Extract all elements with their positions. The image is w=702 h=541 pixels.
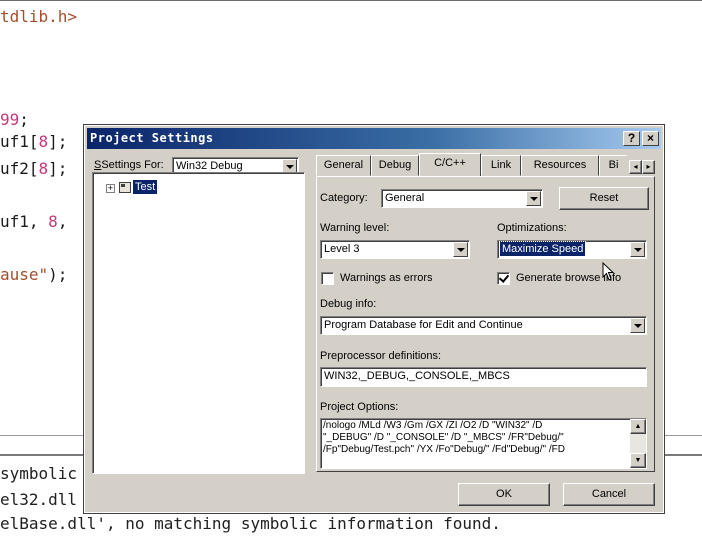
tab-debug[interactable]: Debug xyxy=(371,155,419,176)
tree-item-test[interactable]: Test xyxy=(133,180,158,194)
project-options-line: /nologo /MLd /W3 /Gm /GX /ZI /O2 /D "WIN… xyxy=(323,420,543,431)
output-line: el32.dll xyxy=(0,490,78,509)
project-options-textarea[interactable]: /nologo /MLd /W3 /Gm /GX /ZI /O2 /D "WIN… xyxy=(320,418,647,469)
project-folder-icon xyxy=(119,182,131,193)
reset-button[interactable]: Reset xyxy=(559,187,649,210)
debug-info-label: Debug info: xyxy=(320,298,377,310)
ok-button[interactable]: OK xyxy=(458,483,550,506)
debug-info-value: Program Database for Edit and Continue xyxy=(324,319,523,331)
settings-for-label: SSettings For: xyxy=(94,159,164,171)
optimizations-label: Optimizations: xyxy=(497,222,567,234)
category-label: Category: xyxy=(320,192,368,204)
chevron-down-icon[interactable] xyxy=(453,242,468,257)
code-line: uf2[8]; xyxy=(0,159,68,178)
scroll-up-icon[interactable]: ▲ xyxy=(630,419,646,434)
project-options-line: /Fp"Debug/Test.pch" /YX /Fo"Debug/" /Fd"… xyxy=(323,444,565,455)
preprocessor-input[interactable]: WIN32,_DEBUG,_CONSOLE,_MBCS xyxy=(320,367,647,387)
help-button[interactable]: ? xyxy=(623,131,640,146)
tab-scroll-left-icon[interactable]: ◂ xyxy=(629,160,642,174)
tab-browse-info[interactable]: Bi xyxy=(599,155,627,176)
preprocessor-value: WIN32,_DEBUG,_CONSOLE,_MBCS xyxy=(324,370,510,382)
mouse-cursor-icon xyxy=(602,262,615,281)
output-line: elBase.dll', no matching symbolic inform… xyxy=(0,514,501,533)
tab-resources[interactable]: Resources xyxy=(521,155,599,176)
tab-general[interactable]: General xyxy=(316,155,371,176)
project-tree[interactable]: + Test xyxy=(92,172,305,474)
warning-level-label: Warning level: xyxy=(320,222,390,234)
tree-expander-icon[interactable]: + xyxy=(106,184,115,193)
project-options-line: "_DEBUG" /D "_CONSOLE" /D "_MBCS" /FR"De… xyxy=(323,432,564,443)
chevron-down-icon[interactable] xyxy=(630,242,645,257)
warning-level-dropdown[interactable]: Level 3 xyxy=(320,240,470,259)
scroll-down-icon[interactable]: ▼ xyxy=(630,453,646,468)
optimizations-value: Maximize Speed xyxy=(498,241,587,257)
close-button[interactable]: × xyxy=(642,131,659,146)
dialog-titlebar[interactable]: Project Settings ? × xyxy=(87,128,661,149)
cancel-button[interactable]: Cancel xyxy=(563,483,655,506)
project-settings-dialog: Project Settings ? × SSettings For: Win3… xyxy=(83,124,665,514)
code-line: uf1[8]; xyxy=(0,132,68,151)
debug-info-dropdown[interactable]: Program Database for Edit and Continue xyxy=(320,316,647,335)
warnings-as-errors-label: Warnings as errors xyxy=(340,272,433,284)
code-line: ause"); xyxy=(0,265,68,284)
optimizations-dropdown[interactable]: Maximize Speed xyxy=(497,240,647,259)
tab-link[interactable]: Link xyxy=(481,155,521,176)
chevron-down-icon[interactable] xyxy=(630,318,645,333)
code-line: tdlib.h> xyxy=(0,7,78,26)
warning-level-value: Level 3 xyxy=(324,243,360,255)
tab-c-cpp[interactable]: C/C++ xyxy=(419,153,481,177)
preprocessor-label: Preprocessor definitions: xyxy=(320,350,442,362)
generate-browse-info-checkbox[interactable] xyxy=(497,272,510,285)
dialog-title: Project Settings xyxy=(90,131,214,145)
tab-scroll-right-icon[interactable]: ▸ xyxy=(642,160,655,174)
output-line: symbolic xyxy=(0,464,78,483)
vertical-scrollbar[interactable]: ▲ ▼ xyxy=(630,419,646,468)
category-dropdown[interactable]: General xyxy=(381,189,543,208)
category-value: General xyxy=(385,192,425,204)
project-options-label: Project Options: xyxy=(320,401,399,413)
warnings-as-errors-checkbox[interactable] xyxy=(321,272,334,285)
settings-for-value: Win32 Debug xyxy=(176,160,243,172)
chevron-down-icon[interactable] xyxy=(526,191,541,206)
code-line: 99; xyxy=(0,110,29,129)
code-line: uf1, 8, xyxy=(0,212,68,231)
